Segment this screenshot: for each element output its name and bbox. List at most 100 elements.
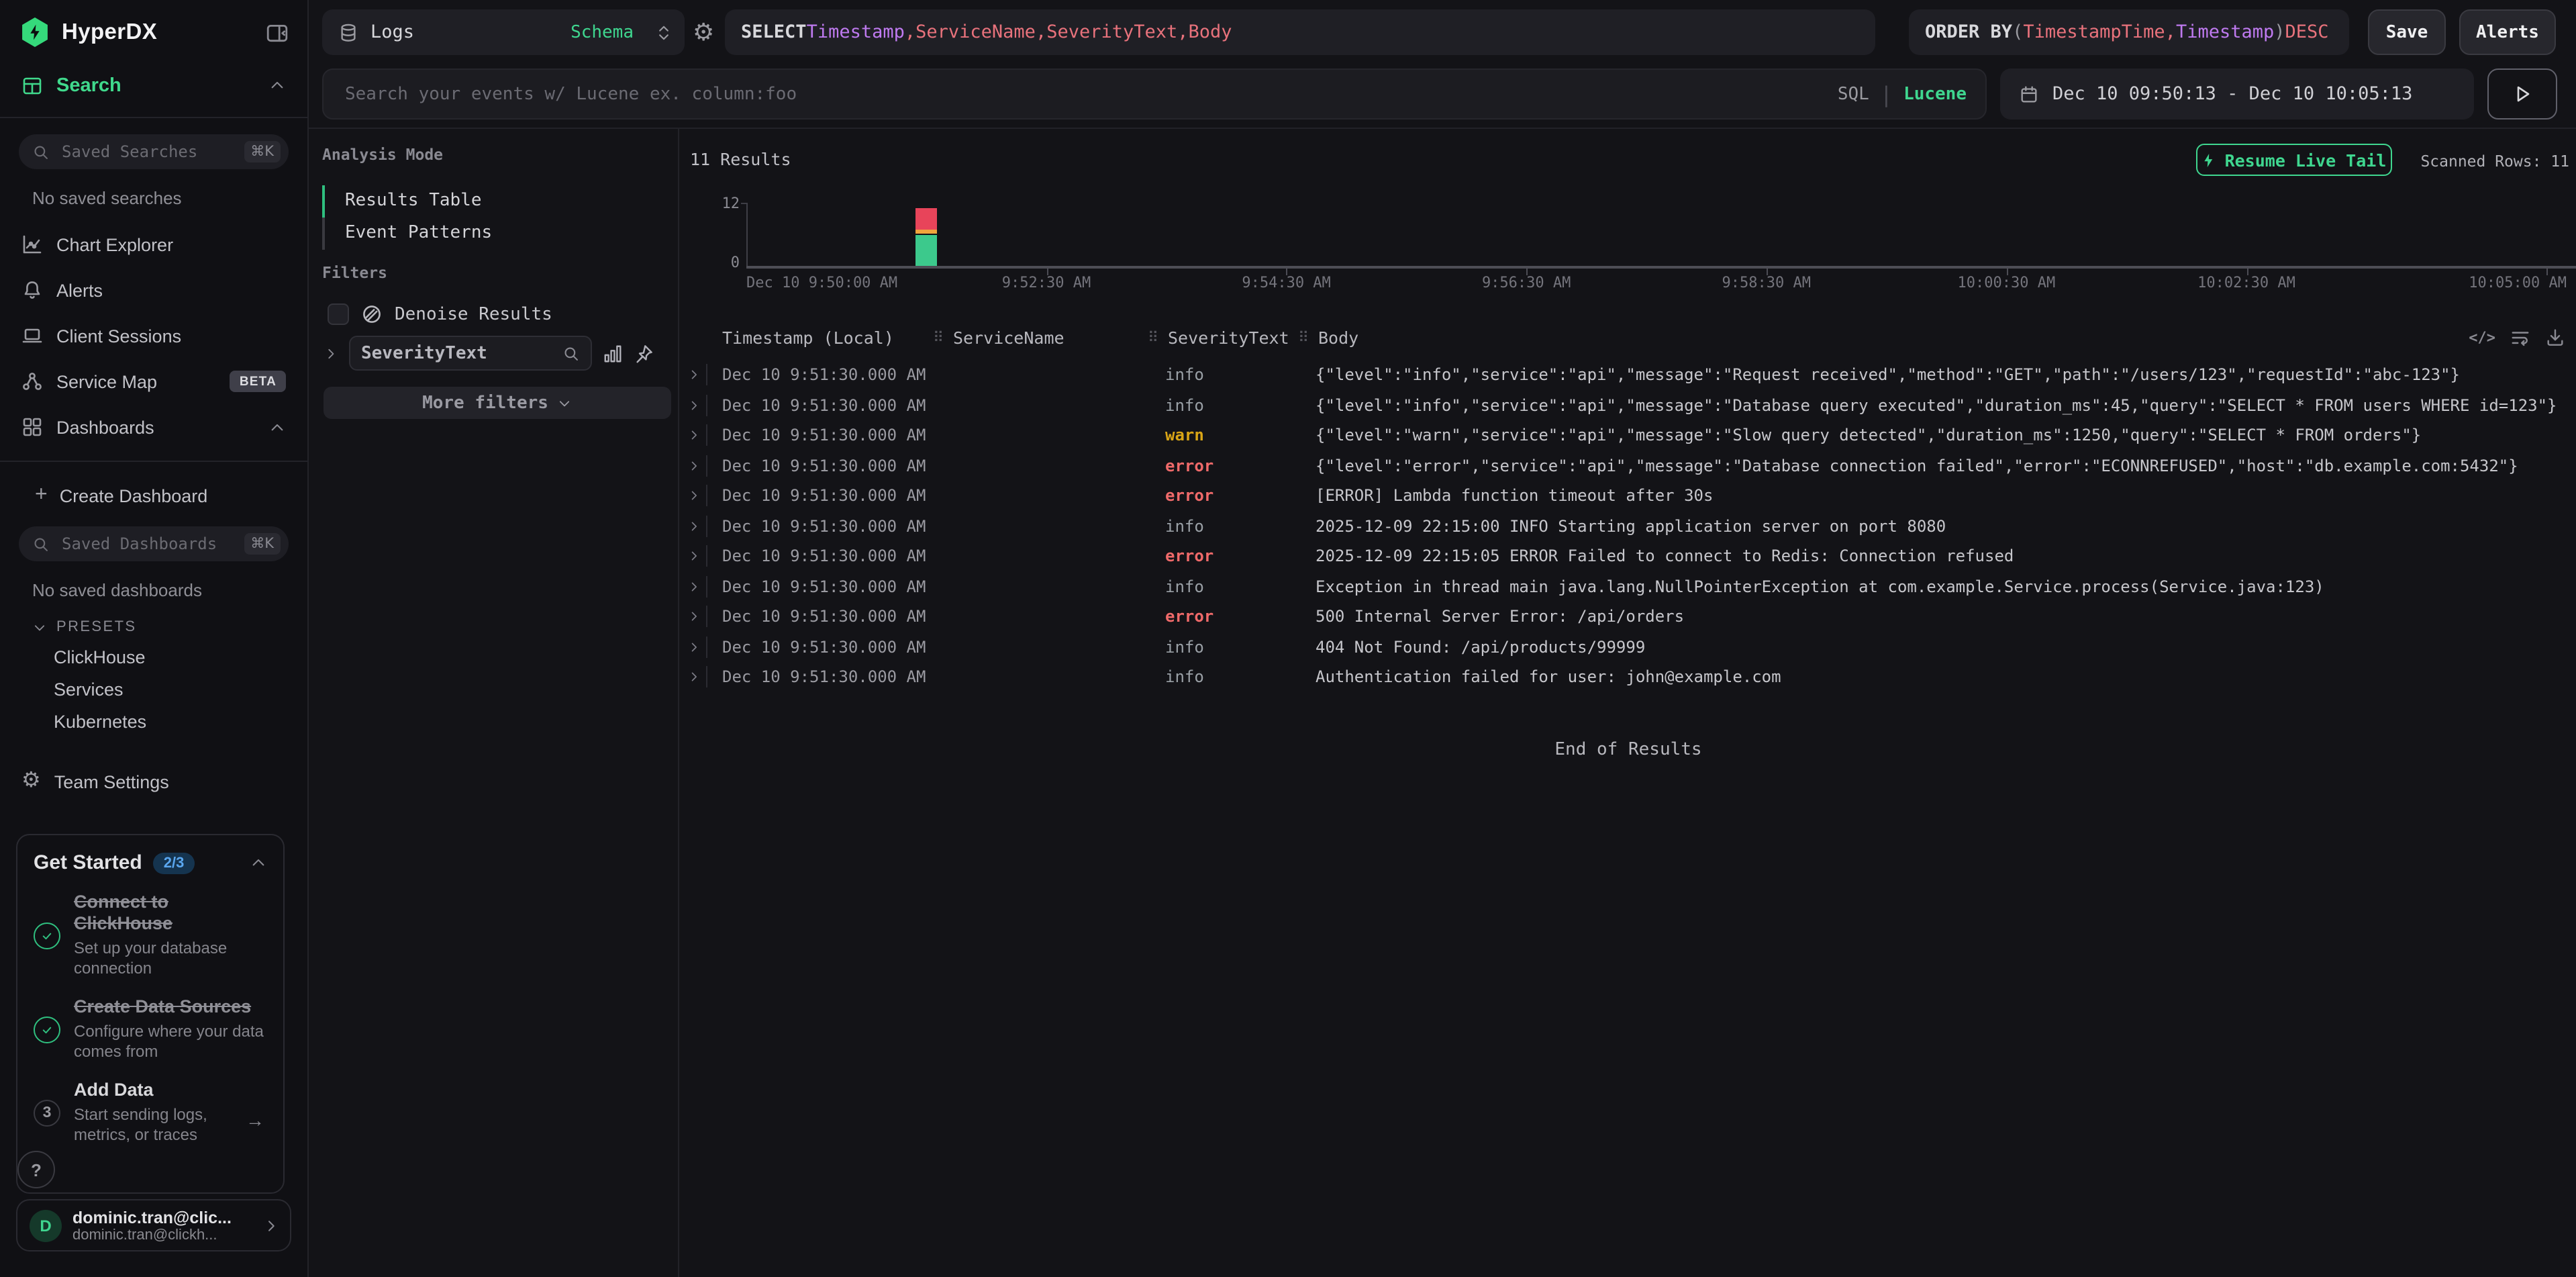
sidebar-item-client-sessions[interactable]: Client Sessions xyxy=(19,313,289,359)
table-row[interactable]: Dec 10 9:51:30.000 AM info {"level":"inf… xyxy=(681,390,2576,420)
presets-label: PRESETS xyxy=(56,619,137,635)
table-row[interactable]: Dec 10 9:51:30.000 AM info 404 Not Found… xyxy=(681,632,2576,662)
get-started-step[interactable]: Connect to ClickHouse Set up your databa… xyxy=(34,892,267,979)
bar-segment-error[interactable] xyxy=(915,208,937,229)
sql-column: Timestamp xyxy=(2176,21,2274,43)
preset-item[interactable]: ClickHouse xyxy=(19,641,289,673)
search-icon xyxy=(32,535,50,553)
column-header-severitytext[interactable]: SeverityText xyxy=(1168,328,1289,348)
alerts-button[interactable]: Alerts xyxy=(2459,9,2556,55)
get-started-step[interactable]: 3 Add Data Start sending logs, metrics, … xyxy=(34,1080,267,1145)
event-search-input[interactable] xyxy=(342,83,1838,105)
select-query-editor[interactable]: SELECT Timestamp,ServiceName,SeverityTex… xyxy=(725,9,1875,55)
saved-dashboards-pill[interactable]: ⌘K xyxy=(19,526,289,561)
expand-row-chevron-icon[interactable] xyxy=(687,610,701,623)
get-started-step[interactable]: Create Data Sources Configure where your… xyxy=(34,996,267,1062)
sidebar-item-team-settings[interactable]: ⚙ Team Settings xyxy=(0,759,307,804)
table-row[interactable]: Dec 10 9:51:30.000 AM error {"level":"er… xyxy=(681,451,2576,481)
expand-row-chevron-icon[interactable] xyxy=(687,640,701,653)
table-row[interactable]: Dec 10 9:51:30.000 AM info 2025-12-09 22… xyxy=(681,511,2576,541)
table-row[interactable]: Dec 10 9:51:30.000 AM info Authenticatio… xyxy=(681,662,2576,692)
denoise-icon xyxy=(361,303,383,325)
column-header-servicename[interactable]: ServiceName xyxy=(953,328,1064,348)
table-row[interactable]: Dec 10 9:51:30.000 AM error [ERROR] Lamb… xyxy=(681,481,2576,511)
saved-searches-input[interactable] xyxy=(59,141,234,162)
drag-grip-icon[interactable]: ⠿ xyxy=(1298,329,1309,346)
sidebar-item-chart-explorer[interactable]: Chart Explorer xyxy=(19,222,289,267)
run-query-button[interactable] xyxy=(2487,68,2557,120)
expand-row-chevron-icon[interactable] xyxy=(687,459,701,472)
saved-searches-pill[interactable]: ⌘K xyxy=(19,134,289,169)
help-button[interactable]: ? xyxy=(17,1151,55,1188)
row-body: 2025-12-09 22:15:00 INFO Starting applic… xyxy=(1316,516,2573,535)
expand-row-chevron-icon[interactable] xyxy=(687,368,701,381)
main-area: Logs Schema ⚙ SELECT Timestamp,ServiceNa… xyxy=(309,0,2576,1277)
chevron-right-icon[interactable] xyxy=(324,346,338,361)
wrap-lines-icon[interactable] xyxy=(2510,328,2530,348)
expand-row-chevron-icon[interactable] xyxy=(687,428,701,442)
save-button[interactable]: Save xyxy=(2368,9,2446,55)
preset-item[interactable]: Services xyxy=(19,673,289,705)
table-row[interactable]: Dec 10 9:51:30.000 AM warn {"level":"war… xyxy=(681,420,2576,451)
chevron-up-icon[interactable] xyxy=(268,418,286,436)
severity-filter-field[interactable]: SeverityText xyxy=(349,336,592,371)
sidebar-item-search[interactable]: Search xyxy=(0,70,307,118)
source-select[interactable]: Logs Schema xyxy=(322,9,685,55)
row-body: 500 Internal Server Error: /api/orders xyxy=(1316,607,2573,626)
column-header-body[interactable]: Body xyxy=(1318,328,1358,348)
sidebar-item-service-map[interactable]: Service Map BETA xyxy=(19,359,289,404)
check-circle-icon xyxy=(34,1016,60,1043)
more-filters-button[interactable]: More filters xyxy=(324,387,671,419)
search-icon[interactable] xyxy=(562,344,580,362)
sidebar-item-dashboards[interactable]: Dashboards xyxy=(19,404,289,450)
denoise-checkbox[interactable] xyxy=(328,303,349,325)
mode-lucene[interactable]: Lucene xyxy=(1903,84,1967,104)
event-search-bar[interactable]: SQL | Lucene xyxy=(322,68,1987,120)
table-row[interactable]: Dec 10 9:51:30.000 AM error 500 Internal… xyxy=(681,602,2576,632)
tab-event-patterns[interactable]: Event Patterns xyxy=(322,218,664,250)
expand-row-chevron-icon[interactable] xyxy=(687,670,701,683)
row-body: [ERROR] Lambda function timeout after 30… xyxy=(1316,486,2573,505)
user-profile[interactable]: D dominic.tran@clic... dominic.tran@clic… xyxy=(16,1199,291,1251)
bar-segment-warn[interactable] xyxy=(915,229,937,234)
tab-results-table[interactable]: Results Table xyxy=(322,185,664,218)
get-started-header[interactable]: Get Started 2/3 xyxy=(34,851,267,874)
row-body: 404 Not Found: /api/products/99999 xyxy=(1316,637,2573,656)
create-dashboard-label: Create Dashboard xyxy=(60,485,208,506)
column-header-timestamp[interactable]: Timestamp (Local) xyxy=(722,328,894,348)
filters-label: Filters xyxy=(322,263,387,282)
create-dashboard-button[interactable]: + Create Dashboard xyxy=(19,473,289,518)
drag-grip-icon[interactable]: ⠿ xyxy=(1148,329,1158,346)
chevron-up-icon[interactable] xyxy=(250,854,267,871)
table-row[interactable]: Dec 10 9:51:30.000 AM info {"level":"inf… xyxy=(681,360,2576,390)
collapse-sidebar-icon[interactable] xyxy=(266,21,289,44)
shortcut-badge: ⌘K xyxy=(244,141,281,162)
preset-item[interactable]: Kubernetes xyxy=(19,705,289,737)
saved-dashboards-input[interactable] xyxy=(59,533,234,555)
presets-header[interactable]: PRESETS xyxy=(32,619,289,635)
order-by-editor[interactable]: ORDER BY (TimestampTime, Timestamp) DESC xyxy=(1909,9,2349,55)
date-range-picker[interactable]: Dec 10 09:50:13 - Dec 10 10:05:13 xyxy=(2000,68,2474,120)
x-tick-label: 9:58:30 AM xyxy=(1679,274,1854,291)
y-tick-label: 0 xyxy=(681,255,740,270)
expand-row-chevron-icon[interactable] xyxy=(687,579,701,593)
resume-live-tail-button[interactable]: Resume Live Tail xyxy=(2196,144,2392,176)
expand-row-chevron-icon[interactable] xyxy=(687,519,701,532)
chevron-up-icon[interactable] xyxy=(268,77,286,94)
user-name: dominic.tran@clic... xyxy=(72,1208,252,1227)
bar-segment-info[interactable] xyxy=(915,234,937,266)
source-settings-gear-icon[interactable]: ⚙ xyxy=(693,12,714,52)
drag-grip-icon[interactable]: ⠿ xyxy=(933,329,944,346)
code-view-icon[interactable]: </> xyxy=(2469,329,2495,346)
table-row[interactable]: Dec 10 9:51:30.000 AM error 2025-12-09 2… xyxy=(681,541,2576,571)
expand-row-chevron-icon[interactable] xyxy=(687,549,701,563)
table-row[interactable]: Dec 10 9:51:30.000 AM info Exception in … xyxy=(681,571,2576,602)
expand-row-chevron-icon[interactable] xyxy=(687,398,701,412)
pin-icon[interactable] xyxy=(634,343,654,363)
row-severity: error xyxy=(1165,486,1213,505)
bar-chart-icon[interactable] xyxy=(603,343,623,363)
expand-row-chevron-icon[interactable] xyxy=(687,489,701,502)
sidebar-item-alerts[interactable]: Alerts xyxy=(19,267,289,313)
mode-sql[interactable]: SQL xyxy=(1838,84,1869,104)
download-icon[interactable] xyxy=(2545,328,2565,348)
